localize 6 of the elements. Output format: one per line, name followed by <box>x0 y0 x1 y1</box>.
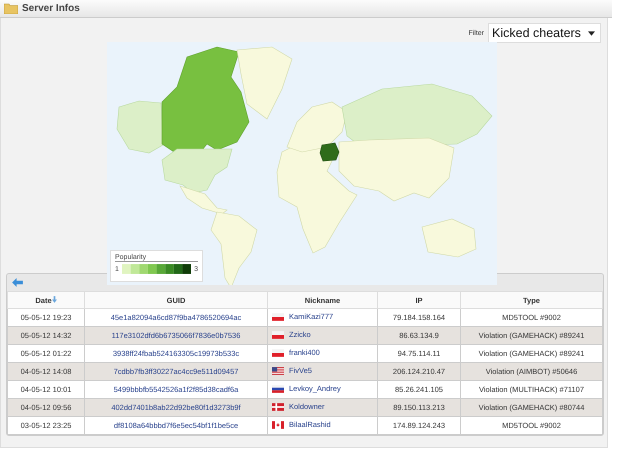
color-scale <box>122 264 192 274</box>
panel-title: Server Infos <box>22 3 80 14</box>
back-arrow-icon[interactable] <box>12 278 23 287</box>
folder-icon <box>4 3 18 14</box>
filter-dropdown[interactable]: Kicked cheaters <box>488 23 601 43</box>
caret-icon <box>588 30 595 36</box>
